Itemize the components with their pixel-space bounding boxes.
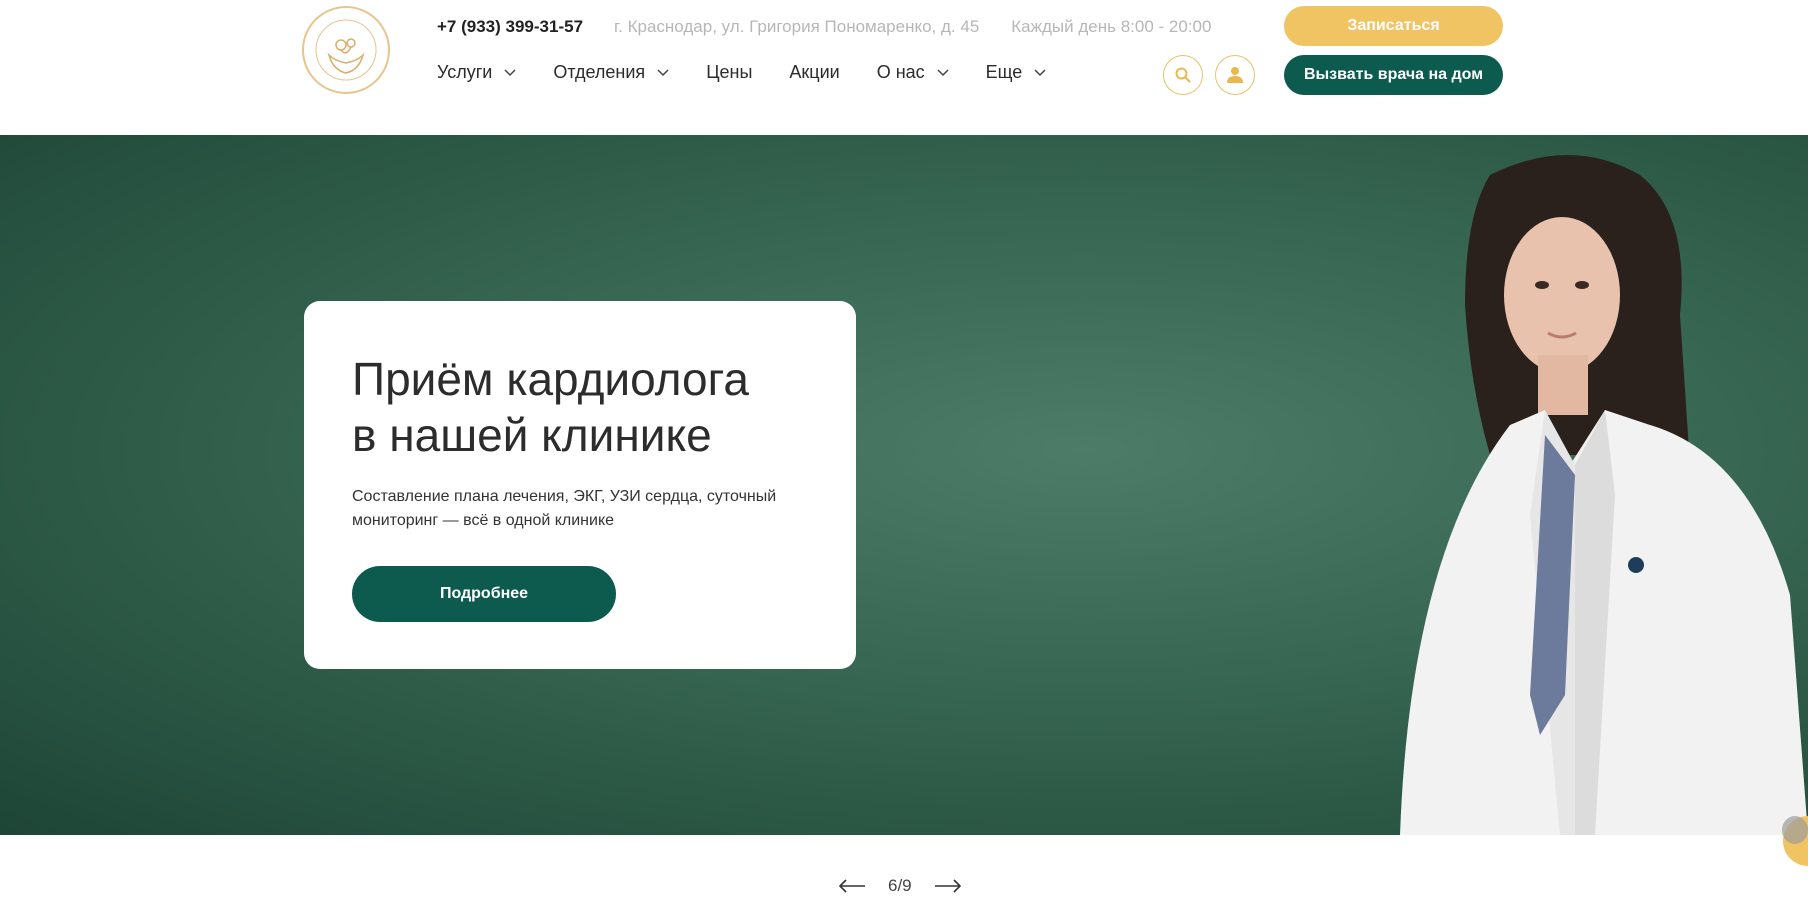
nav-item-label: Услуги [437, 62, 493, 82]
nav-item-label: Цены [706, 62, 753, 82]
hero-title: Приём кардиолога в нашей клинике [352, 351, 822, 463]
nav-item-promotions[interactable]: Акции [789, 62, 839, 83]
scroll-up-button[interactable] [1782, 816, 1808, 844]
hero-title-line: Приём кардиолога [352, 353, 749, 405]
account-button[interactable] [1215, 55, 1255, 95]
nav-item-label: Еще [985, 62, 1023, 82]
clinic-logo[interactable] [302, 6, 390, 94]
more-button[interactable]: Подробнее [352, 566, 616, 622]
chevron-down-icon [1034, 68, 1046, 76]
call-doctor-button[interactable]: Вызвать врача на дом [1284, 55, 1503, 95]
hero-card: Приём кардиолога в нашей клинике Составл… [304, 301, 856, 669]
nav-item-departments[interactable]: Отделения [553, 62, 669, 83]
working-hours-text: Каждый день 8:00 - 20:00 [1011, 17, 1212, 36]
nav-item-label: Отделения [553, 62, 646, 82]
search-icon [1175, 67, 1191, 83]
main-nav: Услуги Отделения Цены Акции О нас Еще [437, 62, 1046, 83]
search-button[interactable] [1163, 55, 1203, 95]
hero-description: Составление плана лечения, ЭКГ, УЗИ серд… [352, 488, 777, 529]
nav-item-services[interactable]: Услуги [437, 62, 516, 83]
chevron-down-icon [657, 68, 669, 76]
hero-slider-controls: 6/9 [838, 876, 962, 896]
nav-item-more[interactable]: Еще [986, 62, 1047, 83]
hero-title-line: в нашей клинике [352, 409, 712, 461]
slide-counter: 6/9 [888, 876, 912, 895]
logo-emblem-icon [315, 19, 377, 81]
arrow-left-icon[interactable] [838, 879, 866, 893]
phone-link[interactable]: +7 (933) 399-31-57 [437, 17, 583, 37]
doctor-photo [1400, 155, 1808, 835]
nav-item-label: Акции [789, 62, 840, 82]
nav-item-prices[interactable]: Цены [706, 62, 752, 83]
header-info-line: +7 (933) 399-31-57 г. Краснодар, ул. Гри… [437, 16, 1211, 38]
chevron-down-icon [937, 68, 949, 76]
arrow-right-icon[interactable] [934, 879, 962, 893]
sign-up-button[interactable]: Записаться [1284, 6, 1503, 46]
address-text: г. Краснодар, ул. Григория Пономаренко, … [614, 17, 980, 36]
user-icon [1227, 67, 1243, 83]
nav-item-label: О нас [876, 62, 925, 82]
hero-banner: Приём кардиолога в нашей клинике Составл… [0, 135, 1808, 835]
chevron-down-icon [504, 68, 516, 76]
site-header: +7 (933) 399-31-57 г. Краснодар, ул. Гри… [0, 0, 1808, 135]
nav-item-about[interactable]: О нас [877, 62, 949, 83]
